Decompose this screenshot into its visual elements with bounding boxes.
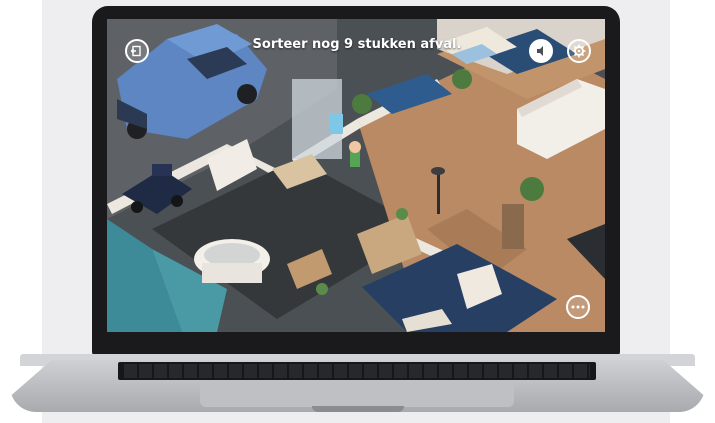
settings-button[interactable] (567, 39, 591, 63)
laptop-keyboard (118, 362, 596, 380)
speaker-icon (537, 46, 543, 56)
more-button[interactable] (566, 295, 590, 319)
laptop-trackpad (200, 381, 514, 407)
game-screen[interactable]: Sorteer nog 9 stukken afval. (107, 19, 605, 332)
exit-button[interactable] (125, 39, 149, 63)
gear-icon (572, 44, 586, 58)
more-dots-icon (571, 305, 585, 309)
task-instruction: Sorteer nog 9 stukken afval. (252, 37, 462, 52)
keyboard-keys (124, 364, 590, 378)
laptop-opening-notch (312, 406, 404, 412)
exit-door-icon (131, 45, 141, 57)
house-scene (107, 19, 605, 332)
sound-button[interactable] (529, 39, 553, 63)
